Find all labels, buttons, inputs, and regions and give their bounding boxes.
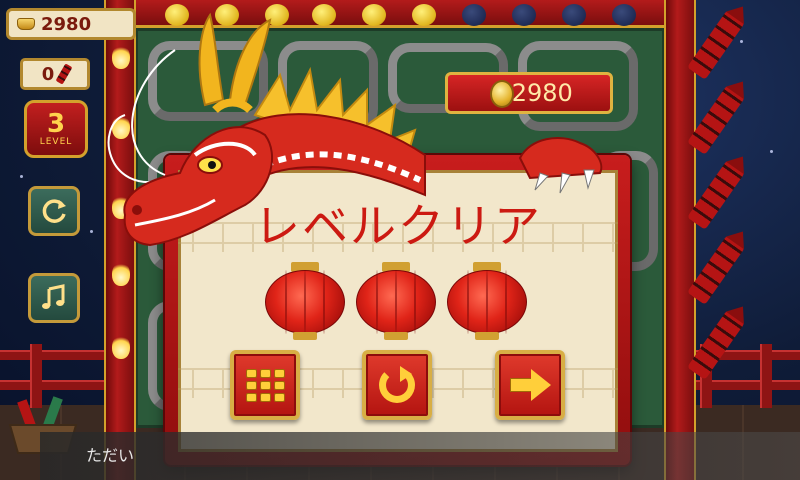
level-select-button[interactable] <box>230 350 300 420</box>
gold-amount: 2980 <box>41 13 92 35</box>
lantern-unlit-icon <box>562 4 586 26</box>
lantern-unlit-icon <box>612 4 636 26</box>
reward-lantern-icon <box>447 262 527 344</box>
gold-ingot-icon <box>17 18 35 30</box>
level-label: LEVEL <box>39 137 73 147</box>
retry-button[interactable] <box>362 350 432 420</box>
restart-side-button[interactable] <box>28 186 80 236</box>
lantern-unlit-icon <box>512 4 536 26</box>
lantern-unlit-icon <box>462 4 486 26</box>
music-note-icon <box>42 284 65 309</box>
message-text: ただい <box>86 446 135 465</box>
reward-lantern-icon <box>356 262 436 344</box>
candle-flame-icon <box>112 335 130 359</box>
refresh-icon <box>42 199 66 223</box>
candle-flame-icon <box>112 262 130 286</box>
level-number: 3 <box>46 109 66 139</box>
rocket-icon <box>55 63 73 85</box>
music-toggle-button[interactable] <box>28 273 80 323</box>
star <box>20 175 23 178</box>
message-strip: ただい <box>40 432 800 480</box>
star <box>90 230 93 233</box>
rocket-count-value: 0 <box>41 63 55 85</box>
star <box>770 150 773 153</box>
dragon-claw <box>518 137 603 194</box>
dragon-mascot <box>107 12 426 247</box>
level-sign: 3 LEVEL <box>24 100 88 158</box>
star <box>740 40 743 43</box>
next-level-button[interactable] <box>495 350 565 420</box>
score-display: : 2980 <box>445 72 613 114</box>
reward-lantern-icon <box>265 262 345 344</box>
level-grid-icon <box>245 368 285 402</box>
coin-icon <box>490 80 514 108</box>
right-pillar <box>664 0 696 480</box>
retry-icon <box>379 366 415 403</box>
rocket-counter: 0 <box>20 58 90 90</box>
